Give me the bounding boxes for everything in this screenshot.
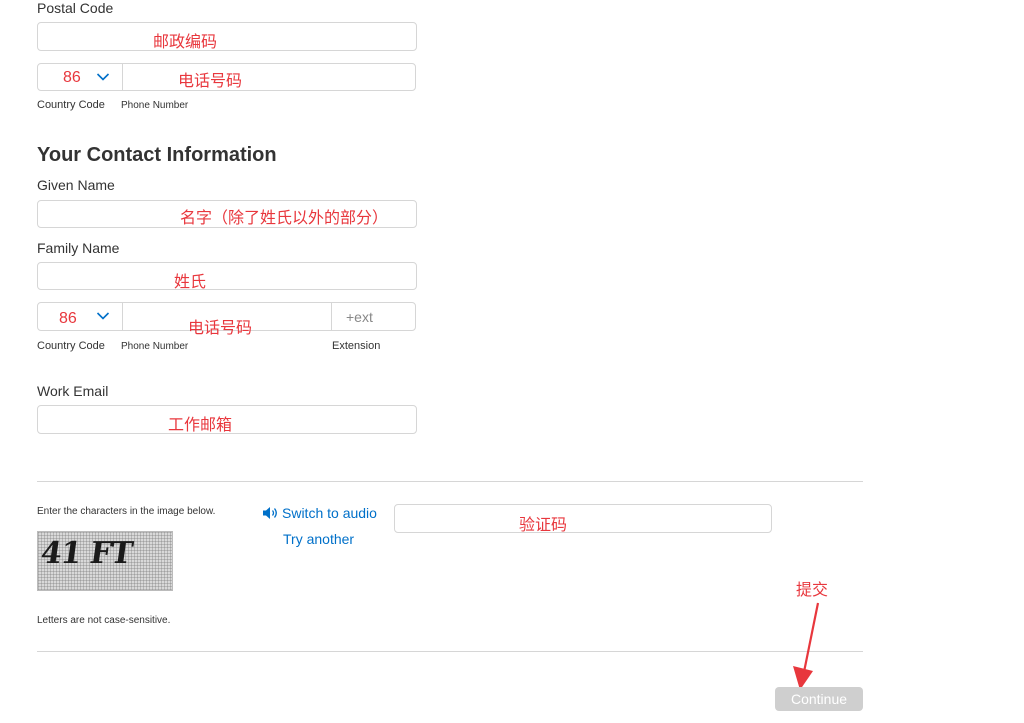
postal-code-input[interactable]: 邮政编码 [37,22,417,51]
contact-phone-group: 86 电话号码 +ext [37,302,416,337]
extension-label: Extension [332,340,381,352]
switch-to-audio-link[interactable]: Switch to audio [262,505,377,521]
postal-code-label: Postal Code [37,0,114,16]
captcha-annotation: 验证码 [519,515,568,534]
section-divider [37,481,863,482]
bottom-divider [37,651,863,652]
extension-placeholder: +ext [346,309,373,325]
company-phone-input[interactable]: 电话号码 [123,64,415,90]
family-name-input[interactable]: 姓氏 [37,262,417,291]
captcha-image-text: 41 FT [38,536,135,571]
continue-button[interactable]: Continue [775,687,863,711]
work-email-annotation: 工作邮箱 [168,415,233,434]
captcha-input[interactable]: 验证码 [394,504,772,534]
phone-number-label: Phone Number [121,100,189,111]
company-phone-group: 86 电话号码 [37,63,416,91]
work-email-label: Work Email [37,383,109,399]
contact-phone-annotation: 电话号码 [188,318,253,337]
country-code-select[interactable]: 86 [38,64,122,90]
captcha-image: 41 FT [37,531,173,591]
family-name-annotation: 姓氏 [174,272,207,291]
contact-country-code-label: Country Code [37,340,105,352]
contact-country-code-value: 86 [59,310,77,327]
given-name-label: Given Name [37,177,115,193]
country-code-label: Country Code [37,99,105,111]
contact-info-heading: Your Contact Information [37,144,277,166]
submit-annotation: 提交 [796,580,829,599]
company-phone-annotation: 电话号码 [178,71,243,90]
postal-code-annotation: 邮政编码 [153,32,218,51]
contact-country-code-select[interactable]: 86 [38,303,122,330]
extension-input[interactable]: +ext [332,303,415,330]
captcha-instruction: Enter the characters in the image below. [37,506,216,517]
given-name-input[interactable]: 名字（除了姓氏以外的部分） [37,200,417,228]
country-code-value: 86 [63,69,81,86]
red-arrow-annotation [793,602,820,690]
chevron-down-icon [96,73,110,81]
contact-phone-input[interactable]: 电话号码 [123,303,331,337]
chevron-down-icon [96,312,110,320]
work-email-input[interactable]: 工作邮箱 [37,405,417,434]
speaker-icon [263,507,277,519]
switch-to-audio-text: Switch to audio [282,505,377,521]
try-another-link[interactable]: Try another [283,531,354,547]
contact-phone-number-label: Phone Number [121,341,189,352]
given-name-annotation: 名字（除了姓氏以外的部分） [180,208,389,227]
case-sensitivity-note: Letters are not case-sensitive. [37,615,171,626]
family-name-label: Family Name [37,240,120,256]
